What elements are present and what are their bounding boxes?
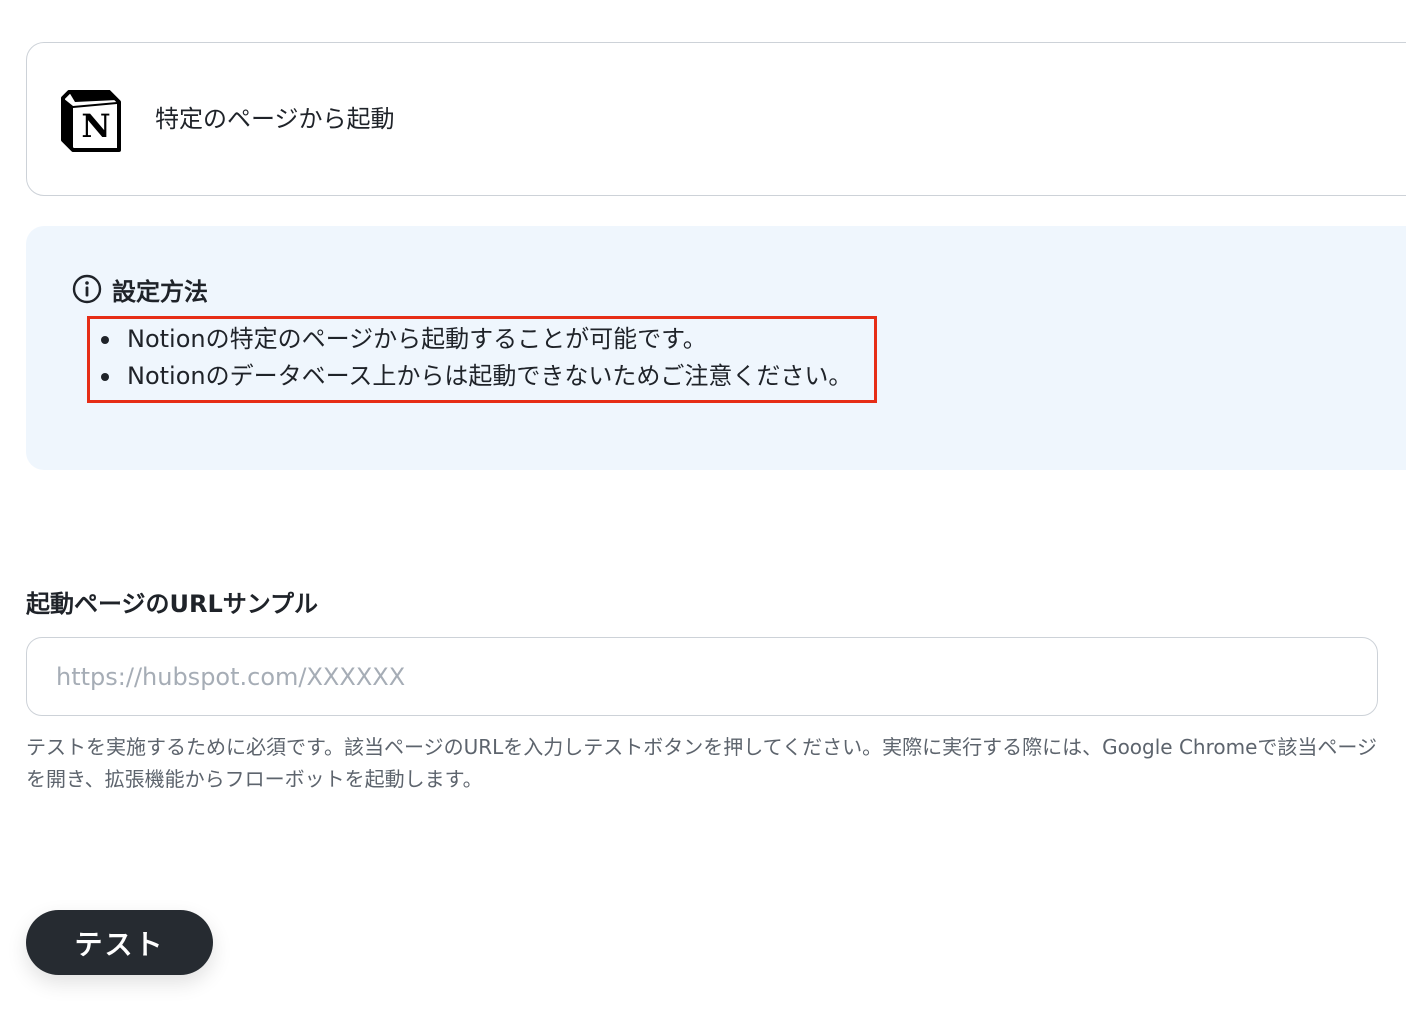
info-list-item: Notionの特定のページから起動することが可能です。	[99, 321, 852, 358]
info-circle-icon	[72, 274, 102, 304]
info-list-item-text: Notionの特定のページから起動することが可能です。	[127, 325, 707, 353]
notion-logo-icon: N	[61, 88, 121, 152]
info-list-item: Notionのデータベース上からは起動できないためご注意ください。	[99, 358, 852, 395]
info-list-item-text: Notionのデータベース上からは起動できないためご注意ください。	[127, 362, 853, 390]
url-sample-input[interactable]	[26, 637, 1378, 716]
svg-text:N: N	[81, 107, 110, 145]
info-header: 設定方法	[72, 272, 208, 306]
info-list: Notionの特定のページから起動することが可能です。 Notionのデータベー…	[99, 321, 852, 395]
trigger-title: 特定のページから起動	[155, 105, 395, 133]
trigger-card[interactable]: N 特定のページから起動	[26, 42, 1406, 196]
test-button[interactable]: テスト	[26, 910, 213, 975]
info-title: 設定方法	[112, 277, 208, 306]
bullet-icon	[101, 336, 109, 344]
settings-info-panel: 設定方法 Notionの特定のページから起動することが可能です。 Notionの…	[26, 226, 1406, 470]
bullet-icon	[101, 373, 109, 381]
url-sample-label: 起動ページのURLサンプル	[26, 590, 319, 618]
url-help-text: テストを実施するために必須です。該当ページのURLを入力しテストボタンを押してく…	[26, 735, 1378, 791]
flowbot-trigger-settings: N 特定のページから起動 設定方法 Notionの特定のページから起動することが…	[0, 0, 1406, 1010]
